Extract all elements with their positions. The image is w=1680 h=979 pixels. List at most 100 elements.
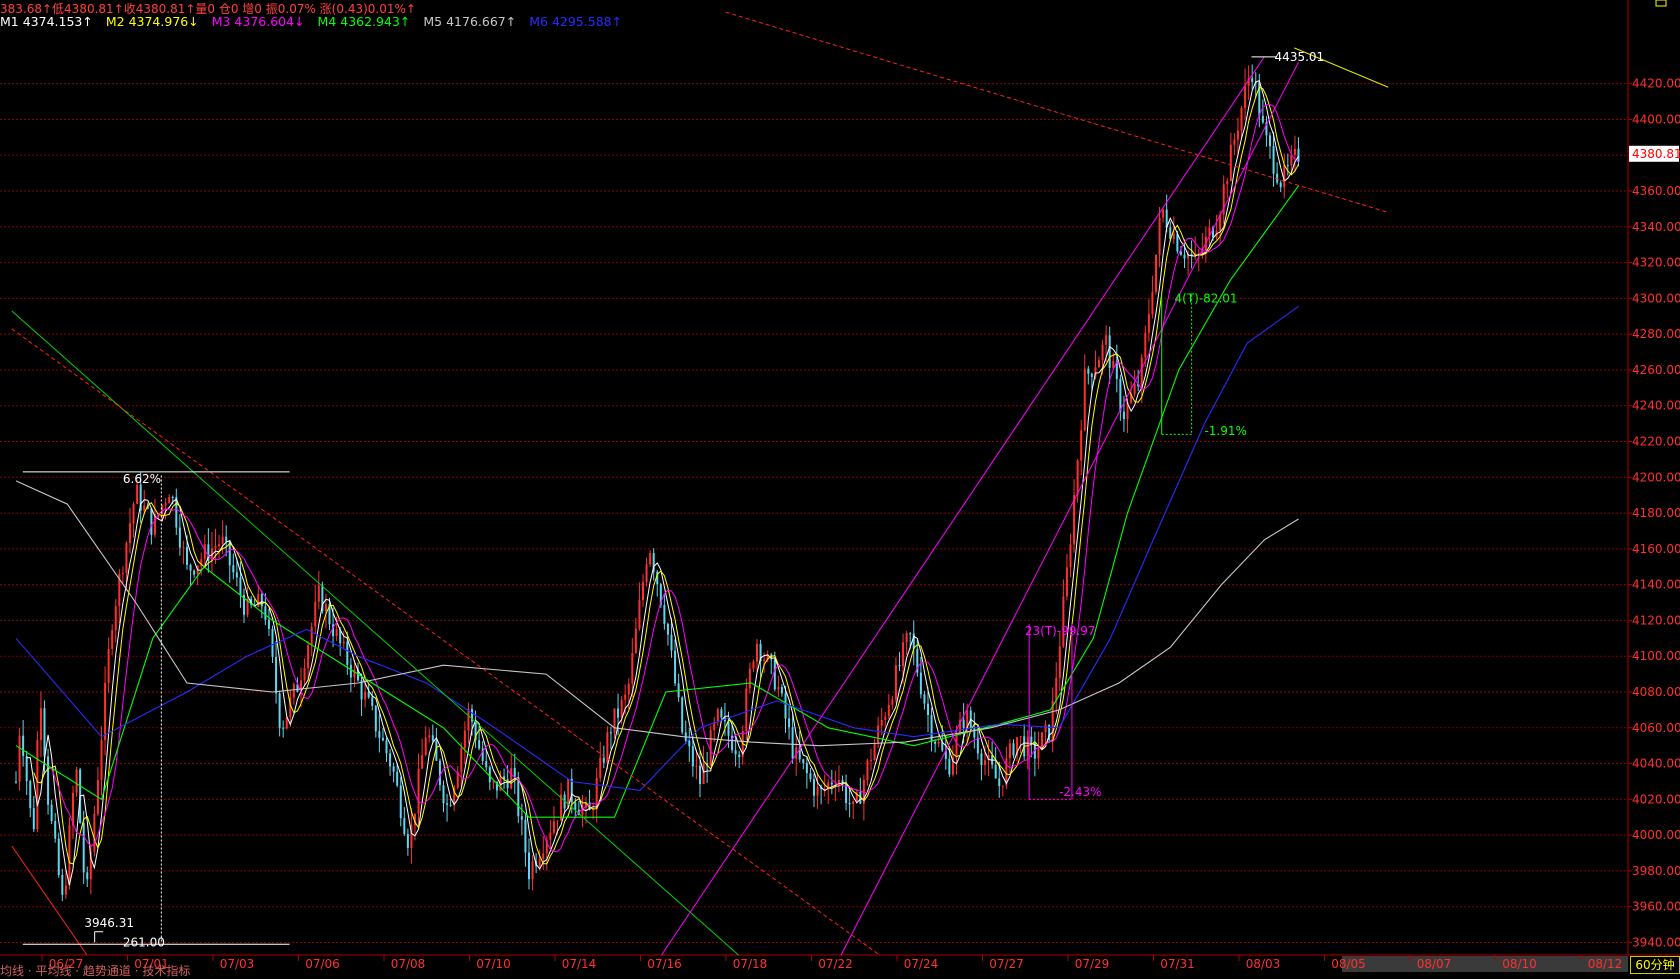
price-chart[interactable]: 3940.00 3960.00 3980.00 4000.00 4020.00 4040.…	[0, 0, 1680, 978]
candle-body	[47, 756, 50, 805]
candle-body	[666, 623, 669, 635]
x-tick-label: 07/31	[1160, 957, 1195, 971]
candle-body	[976, 737, 979, 754]
y-tick-label: 4060.00	[1632, 721, 1680, 735]
y-tick-label: 4280.00	[1632, 327, 1680, 341]
candle-body	[973, 728, 976, 738]
candle-body	[1065, 567, 1068, 597]
candle-body	[642, 582, 644, 601]
candle-body	[734, 750, 737, 755]
candle-body	[260, 594, 263, 607]
candle-body	[228, 541, 231, 566]
candle-body	[467, 708, 470, 731]
candle-body	[528, 852, 530, 880]
ma6-label: M6	[529, 14, 548, 29]
y-tick-label: 4120.00	[1632, 613, 1680, 627]
y-tick-label: 4300.00	[1632, 291, 1680, 305]
candle-body	[349, 664, 352, 678]
y-tick-label: 4240.00	[1632, 399, 1680, 413]
candle-body	[745, 688, 748, 732]
candle-body	[39, 708, 42, 740]
candle-body	[107, 648, 110, 683]
candle-body	[389, 753, 392, 767]
x-tick-label: 07/24	[904, 957, 939, 971]
candle-body	[574, 802, 577, 810]
candle-body	[57, 838, 60, 875]
x-tick-label: 08/07	[1417, 957, 1452, 971]
candle-body	[909, 633, 912, 635]
candle-body	[136, 484, 139, 504]
ma6-value: 4295.588↑	[551, 14, 623, 29]
period-selector-button[interactable]: 60分钟	[1630, 956, 1680, 974]
candle-body	[709, 730, 712, 766]
y-tick-label: 4000.00	[1632, 828, 1680, 842]
annotation-label: 6.62%	[123, 472, 161, 486]
y-tick-label: 4040.00	[1632, 757, 1680, 771]
ma1-item: M1 4374.153↑	[0, 14, 93, 29]
ma2-label: M2	[105, 14, 125, 29]
ma2-item: M2 4374.976↓	[106, 14, 199, 29]
candle-body	[506, 779, 509, 789]
candle-body	[524, 819, 527, 853]
trendline-rising-magenta-outer	[661, 56, 1265, 956]
candle-body	[552, 821, 555, 833]
candle-body	[777, 687, 780, 690]
candle-body	[538, 858, 541, 867]
candles-group	[15, 64, 1300, 902]
candle-body	[381, 737, 384, 741]
candle-body	[980, 753, 983, 765]
candle-body	[870, 759, 872, 761]
candle-body	[342, 641, 345, 644]
ma5-value: 4176.667↑	[446, 14, 517, 29]
candle-body	[225, 536, 228, 542]
m4-line	[15, 185, 1299, 818]
y-tick-label: 4320.00	[1632, 256, 1680, 270]
candle-body	[520, 816, 523, 820]
candle-body	[378, 731, 381, 738]
candle-body	[1155, 254, 1157, 292]
candle-body	[43, 708, 46, 757]
candle-body	[1058, 646, 1061, 678]
x-tick-label: 08/05	[1331, 957, 1366, 971]
candle-body	[1297, 148, 1300, 162]
candle-body	[1119, 378, 1122, 412]
quote-summary: 383.68↑低4380.81↑收4380.81↑量0 仓0 增0 振0.07%…	[0, 0, 416, 16]
candle-body	[221, 536, 224, 544]
candle-body	[898, 665, 901, 667]
candle-body	[695, 765, 698, 767]
candle-body	[894, 665, 897, 700]
annotation-label: 261.00	[123, 935, 165, 949]
candle-body	[891, 699, 894, 705]
candle-body	[132, 503, 135, 524]
trendline-rising-magenta-inner	[840, 61, 1299, 956]
candle-body	[1251, 78, 1254, 82]
candle-body	[1283, 165, 1286, 188]
x-tick-label: 07/14	[562, 957, 597, 971]
candle-body	[937, 741, 940, 744]
indicator-text: 均线 · 平均线 · 趋势通道 · 技术指标	[0, 964, 191, 978]
candle-body	[609, 732, 612, 734]
candle-body	[22, 735, 25, 757]
candle-body	[171, 497, 174, 499]
indicator-strip[interactable]: 均线 · 平均线 · 趋势通道 · 技术指标	[0, 962, 190, 978]
x-tick-label: 08/12	[1588, 957, 1623, 971]
candle-body	[25, 756, 28, 782]
candle-body	[431, 735, 434, 741]
candle-body	[307, 645, 310, 669]
candle-body	[1240, 107, 1243, 131]
candle-body	[1236, 130, 1239, 140]
candle-body	[756, 643, 758, 662]
candle-body	[763, 659, 766, 662]
y-tick-label: 4180.00	[1632, 506, 1680, 520]
y-tick-label: 4020.00	[1632, 792, 1680, 806]
candle-body	[1147, 314, 1150, 333]
candle-body	[1098, 360, 1100, 368]
corner-marker	[1655, 0, 1667, 7]
ma6-item: M6 4295.588↑	[529, 14, 622, 29]
candle-body	[1012, 743, 1015, 756]
x-tick-label: 07/08	[391, 957, 426, 971]
candle-body	[360, 680, 363, 700]
ma3-line	[47, 103, 1299, 853]
candle-body	[178, 527, 181, 548]
candle-body	[1293, 148, 1296, 155]
